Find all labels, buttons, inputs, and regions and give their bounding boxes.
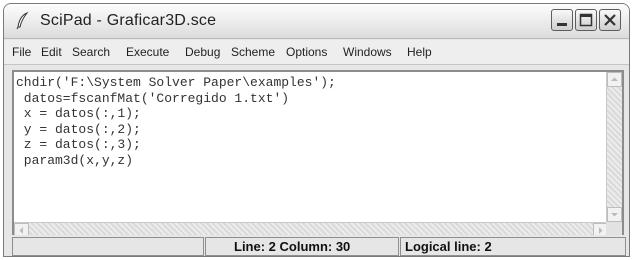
window-title: SciPad - Graficar3D.sce <box>40 12 217 29</box>
status-bar: Line: 2 Column: 30 Logical line: 2 <box>4 235 629 256</box>
scroll-down-button[interactable] <box>607 207 622 222</box>
vertical-scrollbar[interactable] <box>606 72 622 222</box>
title-bar[interactable]: SciPad - Graficar3D.sce <box>4 4 629 39</box>
menu-options[interactable]: Options <box>286 45 327 59</box>
menu-file[interactable]: File <box>12 45 31 59</box>
code-line: x = datos(:,1); <box>16 106 141 122</box>
status-logical-line: Logical line: 2 <box>400 237 626 256</box>
maximize-icon <box>579 13 593 27</box>
scipad-window: SciPad - Graficar3D.sce File Edit Search… <box>3 3 630 257</box>
menu-edit[interactable]: Edit <box>41 45 62 59</box>
code-line: y = datos(:,2); <box>16 121 141 137</box>
menu-windows[interactable]: Windows <box>343 45 392 59</box>
code-editor[interactable]: chdir('F:\System Solver Paper\examples')… <box>12 70 624 240</box>
minimize-icon <box>557 23 567 26</box>
code-line: chdir('F:\System Solver Paper\examples')… <box>16 75 336 90</box>
arrow-up-icon <box>611 77 618 81</box>
menu-scheme[interactable]: Scheme <box>231 45 275 59</box>
close-button[interactable] <box>599 9 621 31</box>
minimize-button[interactable] <box>551 9 573 31</box>
code-line: z = datos(:,3); <box>16 137 141 153</box>
menu-search[interactable]: Search <box>72 45 110 59</box>
code-line: param3d(x,y,z) <box>16 152 134 168</box>
arrow-down-icon <box>611 213 618 217</box>
menu-execute[interactable]: Execute <box>126 45 169 59</box>
scroll-up-button[interactable] <box>607 72 622 87</box>
menu-help[interactable]: Help <box>407 45 432 59</box>
code-text[interactable]: chdir('F:\System Solver Paper\examples')… <box>16 75 336 169</box>
menu-debug[interactable]: Debug <box>185 45 220 59</box>
maximize-button[interactable] <box>575 9 597 31</box>
close-icon <box>604 14 616 26</box>
code-line: datos=fscanfMat('Corregido 1.txt') <box>16 90 290 106</box>
status-message <box>12 237 204 256</box>
scipad-feather-icon <box>16 12 29 30</box>
status-line-column: Line: 2 Column: 30 <box>205 237 399 256</box>
menu-bar: File Edit Search Execute Debug Scheme Op… <box>4 40 629 65</box>
